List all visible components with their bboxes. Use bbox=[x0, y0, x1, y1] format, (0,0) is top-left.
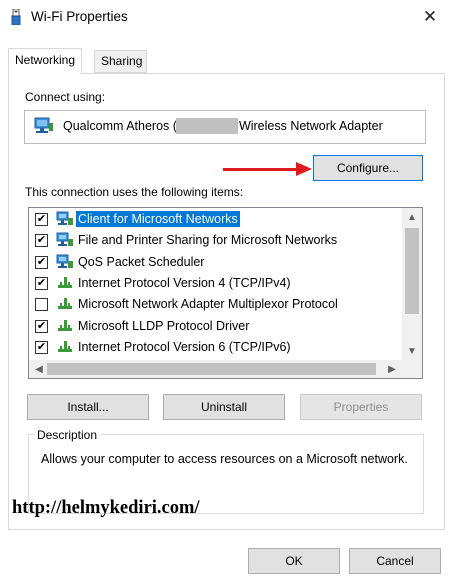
items-label: This connection uses the following items… bbox=[25, 185, 244, 199]
install-button[interactable]: Install... bbox=[27, 394, 149, 420]
item-label: File and Printer Sharing for Microsoft N… bbox=[78, 233, 338, 247]
annotation-arrow-shaft bbox=[223, 168, 299, 171]
list-item[interactable]: Microsoft Network Adapter Multiplexor Pr… bbox=[29, 294, 399, 315]
list-item[interactable]: ✔ Internet Protocol Version 6 (TCP/IPv6) bbox=[29, 337, 399, 358]
item-checkbox[interactable]: ✔ bbox=[35, 256, 48, 269]
list-item[interactable]: ✔ Client for Microsoft Networks bbox=[29, 209, 399, 230]
window-title: Wi-Fi Properties bbox=[31, 9, 128, 24]
close-button[interactable]: ✕ bbox=[413, 4, 447, 30]
item-checkbox[interactable]: ✔ bbox=[35, 341, 48, 354]
description-title: Description bbox=[34, 428, 101, 442]
scrollbar-corner bbox=[402, 360, 422, 378]
redaction-blur bbox=[176, 118, 238, 134]
annotation-arrow-icon bbox=[296, 162, 312, 176]
item-checkbox[interactable]: ✔ bbox=[35, 320, 48, 333]
item-label: Microsoft Network Adapter Multiplexor Pr… bbox=[78, 297, 338, 311]
adapter-name-suffix: Wireless Network Adapter bbox=[238, 119, 383, 133]
network-client-icon bbox=[56, 254, 74, 270]
configure-button[interactable]: Configure... bbox=[313, 155, 423, 181]
cancel-button[interactable]: Cancel bbox=[349, 548, 441, 574]
list-item[interactable]: ✔ File and Printer Sharing for Microsoft … bbox=[29, 230, 399, 251]
scroll-down-icon[interactable]: ▼ bbox=[402, 342, 422, 360]
protocol-icon bbox=[56, 339, 74, 355]
network-adapter-icon bbox=[34, 117, 53, 133]
properties-button[interactable]: Properties bbox=[300, 394, 422, 420]
item-checkbox[interactable] bbox=[35, 298, 48, 311]
item-checkbox[interactable]: ✔ bbox=[35, 277, 48, 290]
scroll-right-icon[interactable]: ▶ bbox=[382, 360, 402, 378]
protocol-icon bbox=[56, 318, 74, 334]
protocol-icon bbox=[56, 296, 74, 312]
connect-using-label: Connect using: bbox=[25, 90, 106, 104]
scroll-left-icon[interactable]: ◀ bbox=[29, 360, 49, 378]
item-label: Internet Protocol Version 6 (TCP/IPv6) bbox=[78, 340, 291, 354]
adapter-name-prefix: Qualcomm Atheros ( bbox=[63, 119, 177, 133]
uninstall-button[interactable]: Uninstall bbox=[163, 394, 285, 420]
vertical-scroll-thumb[interactable] bbox=[405, 228, 419, 314]
list-item[interactable]: ✔ Internet Protocol Version 4 (TCP/IPv4) bbox=[29, 273, 399, 294]
network-client-icon bbox=[56, 232, 74, 248]
item-label: Microsoft LLDP Protocol Driver bbox=[78, 319, 250, 333]
tab-networking[interactable]: Networking bbox=[8, 48, 83, 74]
item-checkbox[interactable]: ✔ bbox=[35, 213, 48, 226]
horizontal-scroll-thumb[interactable] bbox=[47, 363, 376, 375]
network-client-icon bbox=[56, 211, 74, 227]
protocol-icon bbox=[56, 275, 74, 291]
item-label: Client for Microsoft Networks bbox=[76, 211, 240, 227]
scroll-up-icon[interactable]: ▲ bbox=[402, 208, 422, 226]
list-item[interactable]: ✔ Microsoft LLDP Protocol Driver bbox=[29, 316, 399, 337]
wifi-adapter-icon bbox=[11, 9, 21, 25]
list-item[interactable]: ✔ QoS Packet Scheduler bbox=[29, 252, 399, 273]
description-text: Allows your computer to access resources… bbox=[41, 452, 408, 466]
item-label: QoS Packet Scheduler bbox=[78, 255, 205, 269]
ok-button[interactable]: OK bbox=[248, 548, 340, 574]
tab-sharing[interactable]: Sharing bbox=[94, 50, 147, 73]
close-icon: ✕ bbox=[422, 7, 438, 26]
item-checkbox[interactable]: ✔ bbox=[35, 234, 48, 247]
watermark-url: http://helmykediri.com/ bbox=[12, 498, 200, 518]
item-label: Internet Protocol Version 4 (TCP/IPv4) bbox=[78, 276, 291, 290]
